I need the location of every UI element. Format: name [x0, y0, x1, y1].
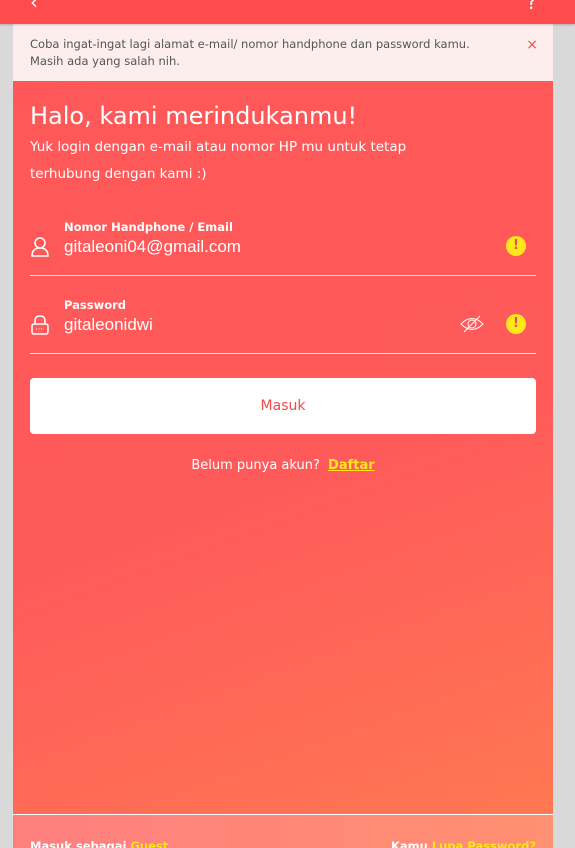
error-alert: Coba ingat-ingat lagi alamat e-mail/ nom…: [13, 24, 553, 81]
warning-icon: !: [506, 314, 526, 334]
back-arrow-icon[interactable]: ‹: [30, 0, 38, 14]
identity-input[interactable]: gitaleoni04@gmail.com: [64, 237, 241, 257]
help-icon[interactable]: ?: [526, 0, 537, 14]
alert-message: Coba ingat-ingat lagi alamat e-mail/ nom…: [30, 37, 470, 68]
close-icon[interactable]: ×: [526, 37, 538, 54]
identity-field[interactable]: Nomor Handphone / Email gitaleoni04@gmai…: [30, 220, 536, 276]
register-prompt: Belum punya akun? Daftar: [13, 458, 553, 473]
password-input[interactable]: gitaleonidwi: [64, 315, 153, 335]
guest-prefix: Masuk sebagai: [30, 839, 127, 848]
lock-icon: [31, 315, 49, 335]
password-label: Password: [64, 298, 126, 312]
page-title: Halo, kami merindukanmu!: [30, 102, 358, 130]
page-subtitle: Yuk login dengan e-mail atau nomor HP mu…: [30, 139, 407, 182]
footer: Masuk sebagai Guest Kamu Lupa Password?: [13, 814, 553, 848]
top-bar: ‹ ?: [0, 0, 575, 24]
forgot-prefix: Kamu: [390, 839, 428, 848]
register-text: Belum punya akun?: [191, 458, 320, 473]
forgot-password: Kamu Lupa Password?: [391, 839, 536, 848]
guest-link[interactable]: Guest: [130, 839, 168, 848]
password-field[interactable]: Password gitaleonidwi !: [30, 298, 536, 354]
login-button[interactable]: Masuk: [30, 378, 536, 434]
warning-icon: !: [506, 236, 526, 256]
guest-login: Masuk sebagai Guest: [30, 839, 168, 848]
register-link[interactable]: Daftar: [328, 458, 375, 473]
identity-label: Nomor Handphone / Email: [64, 220, 233, 234]
eye-off-icon[interactable]: [460, 315, 484, 333]
login-panel: Coba ingat-ingat lagi alamat e-mail/ nom…: [13, 24, 553, 848]
user-icon: [31, 237, 49, 257]
forgot-password-link[interactable]: Lupa Password?: [432, 839, 536, 848]
